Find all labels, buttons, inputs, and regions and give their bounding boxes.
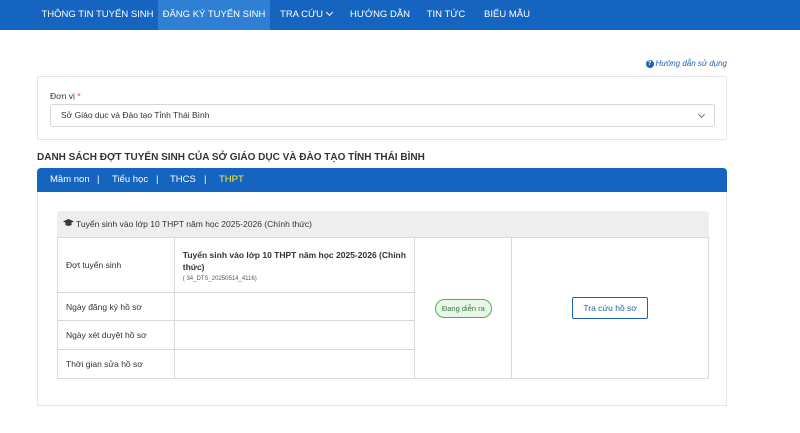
tab-separator: |: [156, 174, 159, 185]
row-value: [173, 349, 416, 379]
nav-tin-tuc[interactable]: TIN TỨC: [418, 0, 474, 30]
tab-mam-non[interactable]: Mầm non: [50, 168, 90, 192]
tab-thcs[interactable]: THCS: [170, 168, 196, 192]
top-navigation: THÔNG TIN TUYỂN SINH ĐĂNG KÝ TUYỂN SINH …: [0, 0, 800, 30]
row-value: [173, 292, 416, 321]
round-info-table: Đợt tuyển sinh Tuyển sinh vào lớp 10 THP…: [57, 237, 709, 379]
action-cell: Tra cứu hồ sơ: [511, 237, 709, 379]
graduation-cap-icon: [63, 211, 74, 237]
row-label: Ngày đăng ký hồ sơ: [57, 292, 175, 321]
nav-tra-cuu-label: TRA CỨU: [280, 9, 323, 20]
round-name: Tuyển sinh vào lớp 10 THPT năm học 2025-…: [182, 249, 406, 272]
nav-huong-dan[interactable]: HƯỚNG DẪN: [342, 0, 418, 30]
status-badge: Đang diễn ra: [434, 298, 492, 318]
tab-separator: |: [204, 174, 207, 185]
lookup-records-button[interactable]: Tra cứu hồ sơ: [572, 297, 648, 319]
unit-filter-panel: Đơn vị * Sở Giáo dục và Đào tạo Tỉnh Thá…: [37, 76, 727, 140]
row-value: [173, 320, 416, 350]
tab-thpt[interactable]: THPT: [219, 168, 244, 192]
round-code: ( 34_DTS_20250514_4116): [182, 275, 257, 282]
chevron-down-icon: [697, 110, 706, 119]
row-label: Đợt tuyển sinh: [57, 237, 175, 293]
required-mark: *: [77, 91, 81, 101]
unit-select-value: Sở Giáo dục và Đào tạo Tỉnh Thái Bình: [61, 110, 210, 120]
table-row: Đợt tuyển sinh Tuyển sinh vào lớp 10 THP…: [57, 237, 709, 379]
row-label: Thời gian sửa hồ sơ: [57, 349, 175, 379]
round-name-cell: Tuyển sinh vào lớp 10 THPT năm học 2025-…: [173, 237, 416, 293]
level-tab-bar: Mầm non | Tiểu học | THCS | THPT: [37, 168, 727, 192]
help-link-label: Hướng dẫn sử dụng: [655, 59, 727, 68]
round-card-title: Tuyển sinh vào lớp 10 THPT năm học 2025-…: [76, 219, 313, 229]
tab-content: Tuyển sinh vào lớp 10 THPT năm học 2025-…: [37, 192, 727, 406]
tab-separator: |: [97, 174, 100, 185]
section-title: DANH SÁCH ĐỢT TUYỂN SINH CỦA SỞ GIÁO DỤC…: [37, 152, 425, 163]
round-card-header: Tuyển sinh vào lớp 10 THPT năm học 2025-…: [57, 211, 709, 237]
nav-thong-tin-tuyen-sinh[interactable]: THÔNG TIN TUYỂN SINH: [37, 0, 158, 30]
tab-tieu-hoc[interactable]: Tiểu học: [112, 168, 148, 192]
row-label: Ngày xét duyệt hồ sơ: [57, 320, 175, 350]
admission-round-card: Tuyển sinh vào lớp 10 THPT năm học 2025-…: [57, 211, 709, 379]
help-link[interactable]: ? Hướng dẫn sử dụng: [645, 59, 727, 69]
chevron-down-icon: [325, 8, 334, 17]
nav-dang-ky-tuyen-sinh[interactable]: ĐĂNG KÝ TUYỂN SINH: [158, 0, 270, 30]
nav-bieu-mau[interactable]: BIỂU MẪU: [474, 0, 540, 30]
unit-label-text: Đơn vị: [50, 91, 75, 101]
unit-label: Đơn vị *: [50, 91, 81, 101]
unit-select[interactable]: Sở Giáo dục và Đào tạo Tỉnh Thái Bình: [50, 104, 715, 127]
question-circle-icon: ?: [645, 60, 654, 68]
status-cell: Đang diễn ra: [414, 237, 513, 379]
nav-tra-cuu[interactable]: TRA CỨU: [270, 0, 342, 30]
